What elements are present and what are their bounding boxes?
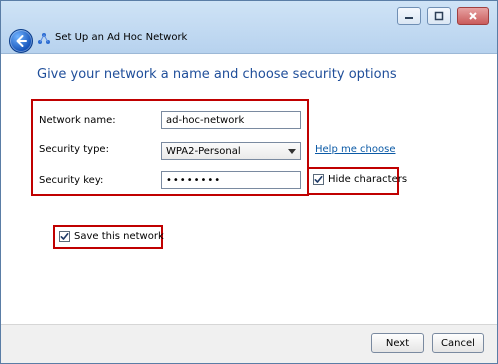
next-button[interactable]: Next <box>371 333 424 353</box>
wizard-header: Set Up an Ad Hoc Network <box>1 1 497 54</box>
maximize-button[interactable] <box>427 7 451 25</box>
window-controls <box>397 7 489 25</box>
help-me-choose-link[interactable]: Help me choose <box>315 144 395 155</box>
back-button[interactable] <box>9 29 33 53</box>
checkmark-icon <box>314 176 323 183</box>
minimize-button[interactable] <box>397 7 421 25</box>
network-icon <box>37 31 51 45</box>
checkmark-icon <box>60 233 69 240</box>
chevron-down-icon <box>288 149 296 154</box>
maximize-icon <box>434 11 444 21</box>
security-type-dropdown[interactable]: WPA2-Personal <box>161 142 301 160</box>
security-key-label: Security key: <box>39 175 104 186</box>
hide-characters-checkbox[interactable]: Hide characters <box>313 174 407 185</box>
cancel-button[interactable]: Cancel <box>432 333 484 353</box>
close-icon <box>469 12 477 20</box>
security-type-label: Security type: <box>39 144 109 155</box>
save-network-label: Save this network <box>74 231 164 242</box>
network-name-label: Network name: <box>39 115 116 126</box>
wizard-window: Set Up an Ad Hoc Network Give your netwo… <box>0 0 498 364</box>
network-name-input[interactable]: ad-hoc-network <box>161 111 301 129</box>
page-heading: Give your network a name and choose secu… <box>37 67 397 82</box>
hide-characters-checkbox-box[interactable] <box>313 174 324 185</box>
hide-characters-label: Hide characters <box>328 174 408 185</box>
minimize-icon <box>405 17 413 19</box>
security-type-value: WPA2-Personal <box>166 145 241 157</box>
window-title: Set Up an Ad Hoc Network <box>55 32 188 43</box>
security-key-input[interactable]: •••••••• <box>161 171 301 189</box>
back-arrow-icon <box>16 35 27 47</box>
close-button[interactable] <box>457 7 489 25</box>
save-network-checkbox[interactable]: Save this network <box>59 231 164 242</box>
save-network-checkbox-box[interactable] <box>59 231 70 242</box>
